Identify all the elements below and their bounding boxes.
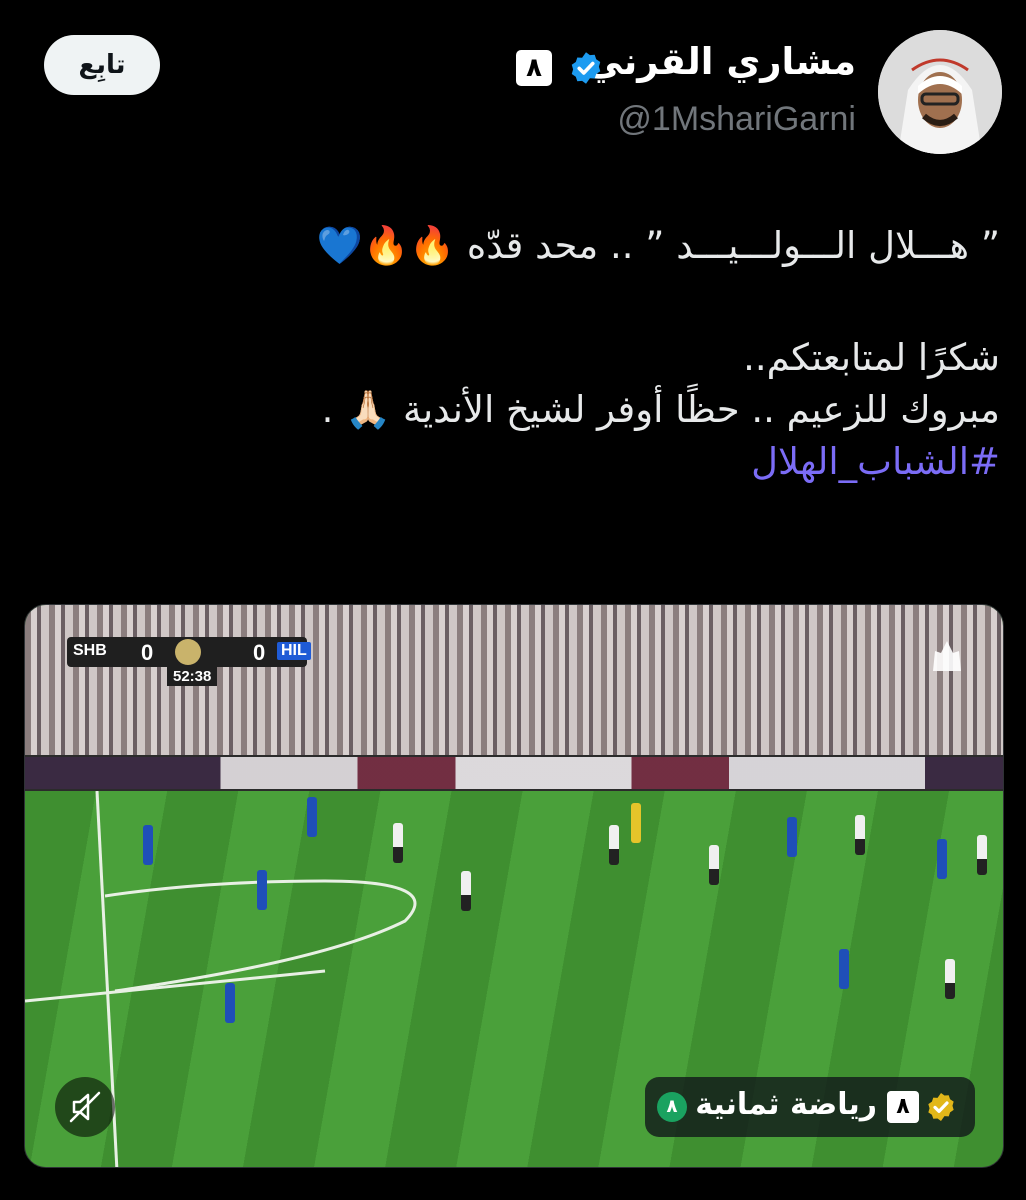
source-name: رياضة ثمانية — [695, 1087, 877, 1122]
author-handle[interactable]: @1MshariGarni — [617, 100, 856, 139]
source-badge: ٨ — [887, 1091, 919, 1123]
player — [977, 835, 987, 875]
player — [393, 823, 403, 863]
muted-speaker-icon — [69, 1091, 101, 1123]
player — [787, 817, 797, 857]
league-logo-icon — [175, 639, 201, 665]
author-name[interactable]: مشاري القرني — [586, 40, 856, 83]
tweet-line: مبروك للزعيم .. حظًا أوفر لشيخ الأندية 🙏… — [321, 388, 1000, 431]
player — [307, 797, 317, 837]
verified-icon — [571, 52, 601, 84]
gold-verified-icon — [928, 1093, 954, 1121]
ad-boards — [25, 757, 1003, 789]
score-right: 0 — [253, 640, 266, 665]
player — [143, 825, 153, 865]
tweet-text: ” هـــلال الـــولـــيـــد ” .. محد قدّه … — [100, 220, 1000, 488]
team-right: HIL — [277, 642, 311, 660]
player — [855, 815, 865, 855]
player — [937, 839, 947, 879]
player — [225, 983, 235, 1023]
team-left: SHB — [73, 642, 107, 659]
avatar-image — [878, 30, 1002, 154]
avatar[interactable] — [878, 30, 1002, 154]
tweet-line: شكرًا لمتابعتكم.. — [743, 336, 1000, 379]
referee — [631, 803, 641, 843]
player — [945, 959, 955, 999]
video-source-chip[interactable]: ٨ رياضة ثمانية ٨ — [645, 1077, 975, 1137]
affiliate-badge[interactable]: ٨ — [516, 50, 552, 86]
player — [461, 871, 471, 911]
scorebug: SHB 0 0 HIL — [67, 637, 311, 667]
follow-button[interactable]: تابِع — [44, 35, 160, 95]
match-clock: 52:38 — [167, 667, 218, 686]
broadcaster-watermark-icon — [933, 641, 961, 671]
mute-button[interactable] — [55, 1077, 115, 1137]
video-player[interactable]: SHB 0 0 HIL 52:38 ٨ رياضة ثمانية ٨ — [24, 604, 1004, 1168]
hashtag-link[interactable]: #الشباب_الهلال — [100, 436, 1000, 488]
tweet-line: ” هـــلال الـــولـــيـــد ” .. محد قدّه … — [316, 224, 1000, 267]
score-left: 0 — [141, 640, 154, 665]
source-green-badge: ٨ — [657, 1092, 687, 1122]
player — [709, 845, 719, 885]
player — [609, 825, 619, 865]
tweet-header: مشاري القرني ٨ @1MshariGarni تابِع — [0, 0, 1026, 170]
player — [257, 870, 267, 910]
player — [839, 949, 849, 989]
